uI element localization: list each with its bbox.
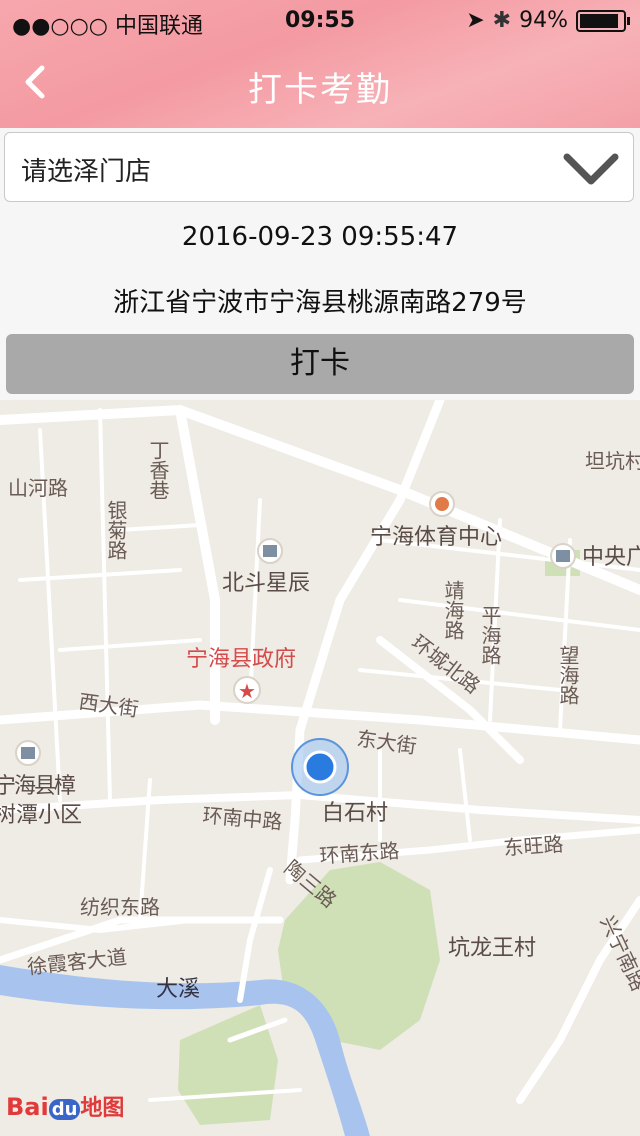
map-label-dongdajie: 东大街: [355, 726, 418, 758]
map-label-baishi: 白石村: [322, 801, 388, 826]
map-label-fangzhi: 纺织东路: [80, 895, 160, 919]
map-label-zhangshu-2: 树潭小区: [0, 803, 82, 828]
store-select-label: 请选泽门店: [21, 157, 152, 187]
building-icon[interactable]: [15, 740, 41, 766]
battery-icon: [576, 9, 630, 32]
map-label-jinghai: 靖海路: [441, 580, 465, 640]
map-label-dongwang: 东旺路: [503, 832, 565, 860]
map-label-zhangshu-1: 宁海县樟: [0, 774, 76, 799]
government-star-icon[interactable]: ★: [233, 676, 261, 704]
map-canvas[interactable]: ★ 山河路 银菊路 丁香巷 靖海路 平海路 望海路 坦坑村 宁海体育中心 中央广…: [0, 400, 640, 1136]
map-label-tankeng: 坦坑村: [585, 449, 640, 473]
location-arrow-icon: ➤: [466, 8, 485, 33]
map-label-huannanzhong: 环南中路: [202, 803, 284, 834]
map-label-zhengfu: 宁海县政府: [186, 647, 296, 672]
page-title: 打卡考勤: [248, 70, 392, 110]
building-icon[interactable]: [257, 538, 283, 564]
chevron-down-icon: [563, 153, 619, 185]
map-label-zhongyang: 中央广: [582, 545, 640, 570]
current-address: 浙江省宁波市宁海县桃源南路279号: [113, 288, 527, 318]
park-area: [178, 1005, 278, 1125]
header-bar: ●●○○○ 中国联通 09:55 ➤ ✱ 94% 打卡考勤: [0, 0, 640, 128]
battery-percent: 94%: [519, 8, 568, 33]
map-label-beidou: 北斗星辰: [222, 571, 310, 596]
map-label-dingxiang: 丁香巷: [146, 440, 170, 500]
map-label-yinju: 银菊路: [104, 500, 128, 560]
map-label-tiyu: 宁海体育中心: [370, 525, 502, 550]
map-label-wanghai: 望海路: [556, 645, 580, 705]
punch-button[interactable]: 打卡: [6, 334, 634, 394]
punch-datetime: 2016-09-23 09:55:47: [181, 222, 459, 252]
map-label-huannandong: 环南东路: [319, 838, 400, 868]
battery-fill: [580, 13, 618, 28]
map-view[interactable]: ★ 山河路 银菊路 丁香巷 靖海路 平海路 望海路 坦坑村 宁海体育中心 中央广…: [0, 400, 640, 1136]
map-label-shanhe: 山河路: [8, 476, 68, 500]
logo-du: du: [48, 1099, 81, 1120]
bluetooth-icon: ✱: [492, 8, 512, 33]
store-select[interactable]: 请选泽门店: [4, 132, 634, 202]
status-bar: ●●○○○ 中国联通 09:55 ➤ ✱ 94%: [0, 0, 640, 40]
sports-center-icon[interactable]: [429, 491, 455, 517]
baidu-map-logo: Bai du 地图: [6, 1090, 124, 1122]
map-label-kenglongwang: 坑龙王村: [448, 936, 536, 961]
logo-bai: Bai: [6, 1093, 49, 1121]
map-label-pinghai: 平海路: [478, 605, 502, 665]
building-icon[interactable]: [550, 543, 576, 569]
logo-map: 地图: [80, 1096, 125, 1121]
current-location-marker: [291, 738, 349, 796]
svg-text:★: ★: [238, 679, 256, 703]
map-label-daxi: 大溪: [156, 977, 200, 1002]
